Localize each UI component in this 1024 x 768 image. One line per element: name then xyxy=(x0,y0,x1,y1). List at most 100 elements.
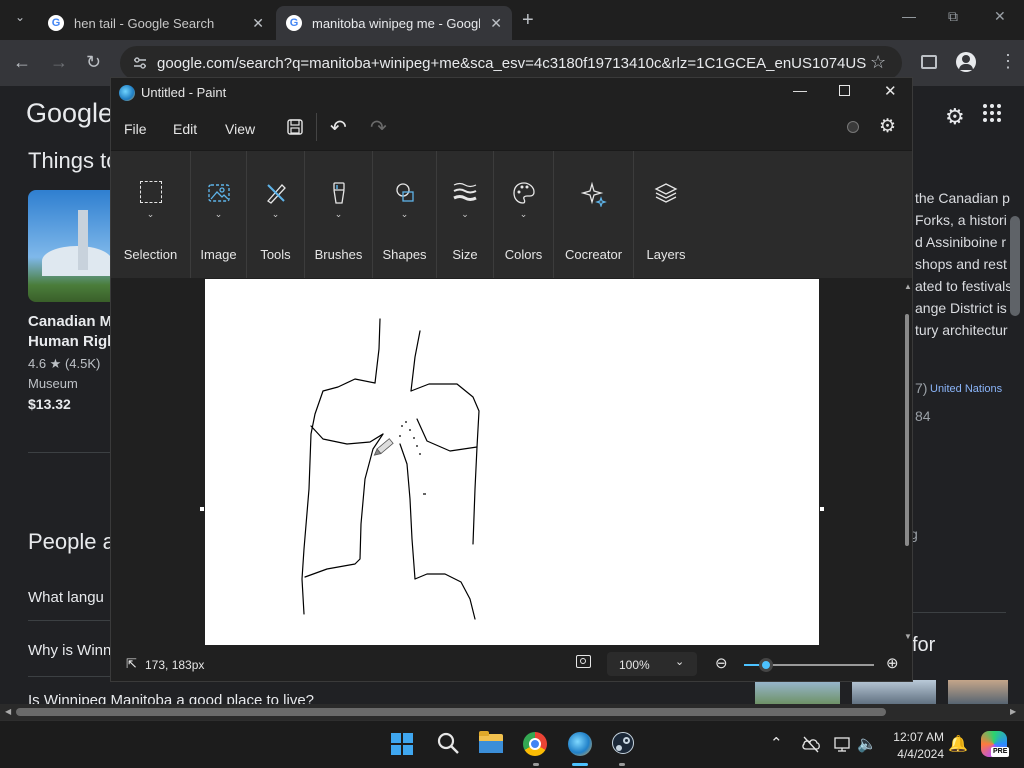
related-thumbnail-1[interactable] xyxy=(755,680,840,706)
pencil-cursor-icon xyxy=(373,438,394,456)
question-1[interactable]: What langu xyxy=(28,589,104,606)
close-window-icon[interactable]: ✕ xyxy=(994,8,1006,25)
vertical-scrollbar-thumb[interactable] xyxy=(905,314,909,546)
tab-hen-tail[interactable]: G hen tail - Google Search ✕ xyxy=(38,6,274,40)
question-2[interactable]: Why is Winn xyxy=(28,642,111,659)
google-settings-gear-icon[interactable]: ⚙ xyxy=(945,104,965,130)
new-tab-icon[interactable]: + xyxy=(522,9,534,32)
ribbon-colors[interactable]: ⌄ Colors xyxy=(494,151,554,279)
scroll-left-icon[interactable]: ◀ xyxy=(5,707,11,716)
menu-file[interactable]: File xyxy=(124,121,147,137)
paint-taskbar-icon[interactable] xyxy=(568,732,592,756)
ribbon-brushes[interactable]: ⌄ Brushes xyxy=(305,151,373,279)
selection-icon xyxy=(139,181,162,203)
file-explorer-icon[interactable] xyxy=(479,731,503,753)
scroll-right-icon[interactable]: ▶ xyxy=(1010,707,1016,716)
close-tab-icon[interactable]: ✕ xyxy=(252,15,264,32)
zoom-slider-thumb[interactable] xyxy=(759,658,774,672)
related-thumbnail-3[interactable] xyxy=(948,680,1008,706)
page-horizontal-scrollbar[interactable]: ◀ ▶ xyxy=(0,704,1024,720)
ribbon-tools[interactable]: ⌄ Tools xyxy=(247,151,305,279)
museum-thumbnail[interactable] xyxy=(28,190,118,302)
page-scrollbar-thumb[interactable] xyxy=(1010,216,1020,316)
zoom-dropdown[interactable]: 100% ⌄ xyxy=(607,652,697,676)
place-name-line-1[interactable]: Canadian M xyxy=(28,313,112,330)
show-hidden-icons-chevron-up-icon[interactable]: ⌃ xyxy=(770,734,783,752)
windows-start-icon[interactable] xyxy=(391,733,413,755)
save-icon[interactable] xyxy=(286,118,304,136)
copilot-icon[interactable]: PRE xyxy=(981,731,1010,757)
paint-minimize-icon[interactable]: — xyxy=(793,82,807,98)
tab-search-icon[interactable]: ⌄ xyxy=(10,10,30,30)
account-icon[interactable] xyxy=(847,121,859,133)
ribbon-layers[interactable]: Layers xyxy=(634,151,698,279)
cloud-offline-icon[interactable] xyxy=(801,735,821,753)
forward-icon[interactable]: → xyxy=(50,52,68,73)
place-name-line-2[interactable]: Human Righ xyxy=(28,333,116,350)
zoom-slider[interactable] xyxy=(744,658,874,672)
ribbon-label: Brushes xyxy=(314,247,363,262)
reload-icon[interactable]: ↻ xyxy=(86,52,101,73)
undo-icon[interactable]: ↶ xyxy=(330,115,347,140)
chevron-down-icon[interactable]: ⌄ xyxy=(191,209,246,220)
minimize-icon[interactable]: — xyxy=(902,8,916,24)
running-indicator xyxy=(533,763,539,766)
horizontal-scrollbar-thumb[interactable] xyxy=(16,708,886,716)
network-icon[interactable] xyxy=(833,735,851,753)
ribbon-shapes[interactable]: ⌄ Shapes xyxy=(373,151,437,279)
fit-to-window-icon[interactable] xyxy=(576,655,591,668)
knowledge-text-2: Forks, a histori xyxy=(915,212,1007,228)
tab-manitoba[interactable]: G manitoba winipeg me - Google ✕ xyxy=(276,6,512,40)
address-bar[interactable]: google.com/search?q=manitoba+winipeg+me&… xyxy=(120,46,902,80)
related-thumbnail-2[interactable] xyxy=(852,680,936,706)
scroll-up-icon[interactable]: ▲ xyxy=(904,282,912,291)
zoom-in-icon[interactable]: ⊕ xyxy=(886,654,899,672)
volume-icon[interactable]: 🔈 xyxy=(857,734,877,754)
side-panel-icon[interactable] xyxy=(921,55,937,69)
knowledge-text-7: tury architectur xyxy=(915,322,1008,338)
ribbon-size[interactable]: ⌄ Size xyxy=(437,151,494,279)
menu-edit[interactable]: Edit xyxy=(173,121,197,137)
steam-taskbar-icon[interactable] xyxy=(612,732,634,754)
ribbon-image[interactable]: ⌄ Image xyxy=(191,151,247,279)
close-tab-icon[interactable]: ✕ xyxy=(490,15,502,32)
canvas-resize-handle[interactable] xyxy=(200,507,204,511)
chevron-down-icon[interactable]: ⌄ xyxy=(111,209,190,220)
back-icon[interactable]: ← xyxy=(13,52,31,73)
url-text[interactable]: google.com/search?q=manitoba+winipeg+me&… xyxy=(157,55,867,72)
restore-icon[interactable]: ⧉ xyxy=(948,8,958,25)
chrome-menu-icon[interactable]: ⋮ xyxy=(999,51,1017,72)
chevron-down-icon[interactable]: ⌄ xyxy=(494,209,553,220)
paint-close-icon[interactable]: ✕ xyxy=(884,82,897,100)
paint-maximize-icon[interactable] xyxy=(839,85,850,96)
place-rating: 4.6 ★ (4.5K) xyxy=(28,356,101,371)
profile-avatar-icon[interactable] xyxy=(956,52,976,72)
scroll-down-icon[interactable]: ▼ xyxy=(904,632,912,641)
google-apps-icon[interactable] xyxy=(983,104,1001,122)
ribbon-cocreator[interactable]: Cocreator xyxy=(554,151,634,279)
menu-view[interactable]: View xyxy=(225,121,255,137)
site-settings-icon[interactable] xyxy=(132,55,148,71)
paint-settings-icon[interactable]: ⚙ xyxy=(879,115,896,138)
chevron-down-icon[interactable]: ⌄ xyxy=(373,209,436,220)
knowledge-text-1: the Canadian p xyxy=(915,190,1010,206)
chevron-down-icon[interactable]: ⌄ xyxy=(437,209,493,220)
redo-icon[interactable]: ↷ xyxy=(370,115,387,140)
ribbon-label: Cocreator xyxy=(564,247,623,262)
knowledge-text-prefix: 7) xyxy=(915,380,928,396)
drawing-canvas[interactable] xyxy=(205,279,819,645)
united-nations-link[interactable]: United Nations xyxy=(930,383,1002,395)
canvas-resize-handle[interactable] xyxy=(820,507,824,511)
google-logo[interactable]: Google xyxy=(26,98,113,129)
search-icon[interactable] xyxy=(436,731,460,755)
chevron-down-icon: ⌄ xyxy=(675,656,685,668)
chevron-down-icon[interactable]: ⌄ xyxy=(247,209,304,220)
zoom-out-icon[interactable]: ⊖ xyxy=(715,654,728,672)
notification-bell-icon[interactable]: 🔔 xyxy=(948,734,968,754)
chevron-down-icon[interactable]: ⌄ xyxy=(305,209,372,220)
chrome-taskbar-icon[interactable] xyxy=(523,732,547,756)
clock-time[interactable]: 12:07 AM xyxy=(884,730,944,744)
bookmark-star-icon[interactable]: ☆ xyxy=(870,52,886,73)
ribbon-selection[interactable]: ⌄ Selection xyxy=(111,151,191,279)
clock-date[interactable]: 4/4/2024 xyxy=(884,747,944,761)
